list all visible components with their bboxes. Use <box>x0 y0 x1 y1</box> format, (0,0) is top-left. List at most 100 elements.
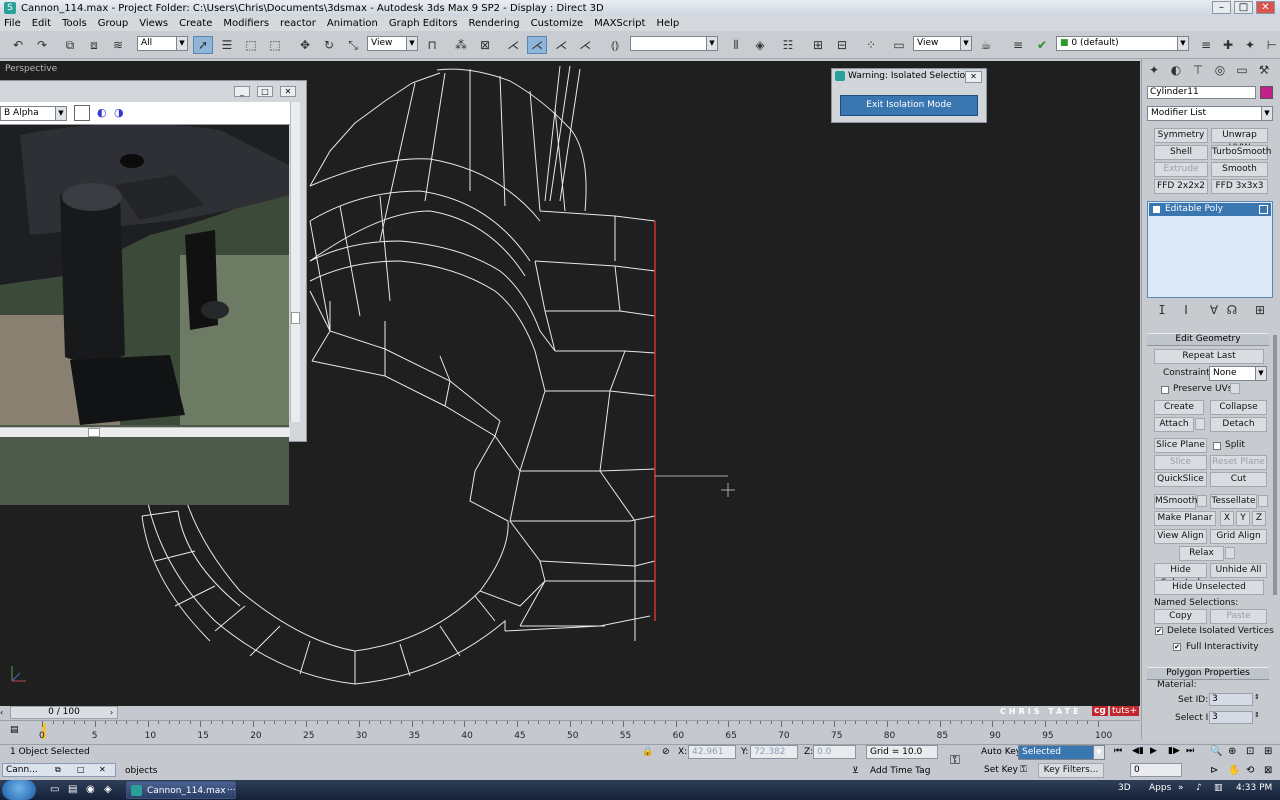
mod-turbosmooth-button[interactable]: TurboSmooth <box>1211 145 1271 160</box>
orbit-icon[interactable]: ⟲ <box>1246 765 1254 776</box>
rotate-icon[interactable]: ↻ <box>319 36 339 54</box>
image-viewer-window[interactable]: _ □ ✕ B Alpha ▼ ◐ ◑ <box>0 80 307 505</box>
menu-edit[interactable]: Edit <box>32 18 51 29</box>
render-view-dropdown[interactable]: View ▼ <box>913 36 972 51</box>
select-object-icon[interactable]: ➚ <box>193 36 213 54</box>
close-icon[interactable]: ✕ <box>280 86 296 97</box>
quickslice-button[interactable]: QuickSlice <box>1154 472 1207 487</box>
hide-selected-button[interactable]: Hide Selected <box>1154 563 1207 588</box>
delete-isolated-checkbox[interactable]: ✔ <box>1155 627 1163 635</box>
menu-maxscript[interactable]: MAXScript <box>594 18 645 29</box>
time-forward-icon[interactable]: › <box>110 706 120 719</box>
auto-key-button[interactable]: Auto Key <box>981 747 1021 757</box>
ref-coord-dropdown[interactable]: View ▼ <box>367 36 418 51</box>
full-interactivity-checkbox[interactable]: ✔ <box>1173 643 1181 651</box>
menu-customize[interactable]: Customize <box>531 18 584 29</box>
slice-plane-button[interactable]: Slice Plane <box>1154 438 1207 453</box>
add-time-tag-button[interactable]: Add Time Tag <box>870 766 930 776</box>
time-slider[interactable]: ‹ 0 / 100 › CHRIS TATE cg tuts+ <box>0 706 1140 720</box>
preserve-uvs-settings-button[interactable] <box>1230 383 1240 394</box>
collapse-button[interactable]: Collapse <box>1210 400 1267 415</box>
channel-toggle-icon[interactable]: ◐ <box>97 106 107 119</box>
keyboard-shortcut-icon[interactable]: ⊠ <box>475 36 495 54</box>
angle-snap-icon[interactable]: ⋌ <box>527 36 547 54</box>
pin-stack-icon[interactable]: ⵊ <box>1152 301 1172 319</box>
tessellate-settings-button[interactable] <box>1258 495 1268 507</box>
hide-unselected-button[interactable]: Hide Unselected <box>1154 580 1264 595</box>
transform-mode-icon[interactable]: ⊘ <box>662 747 670 757</box>
move-icon[interactable]: ✥ <box>295 36 315 54</box>
show-desktop-icon[interactable]: ▭ <box>50 784 59 795</box>
undo-icon[interactable]: ↶ <box>8 36 28 54</box>
mod-smooth-button[interactable]: Smooth <box>1211 162 1268 177</box>
network-icon[interactable]: ▥ <box>1214 783 1223 793</box>
track-bar[interactable]: ▤ 0 5 10 15 20 25 30 35 40 45 50 55 60 65 70 75 80 85 90 95… <box>0 720 1140 744</box>
object-name-field[interactable]: Cylinder11 <box>1147 86 1256 99</box>
minimize-icon[interactable]: _ <box>234 86 250 97</box>
planar-x-button[interactable]: X <box>1220 511 1234 526</box>
add-to-layer-icon[interactable]: ✚ <box>1218 36 1238 54</box>
menu-help[interactable]: Help <box>656 18 679 29</box>
hierarchy-tab-icon[interactable]: ⊤ <box>1188 61 1208 79</box>
volume-icon[interactable]: ♪ <box>1196 783 1202 793</box>
mod-symmetry-button[interactable]: Symmetry <box>1154 128 1208 143</box>
relax-button[interactable]: Relax <box>1179 546 1224 561</box>
key-mode-dropdown[interactable]: Selected ▼ <box>1018 745 1105 760</box>
unhide-all-button[interactable]: Unhide All <box>1210 563 1267 578</box>
attach-settings-button[interactable] <box>1195 418 1205 430</box>
select-manipulate-icon[interactable]: ⁂ <box>451 36 471 54</box>
maximize-icon[interactable]: □ <box>77 765 85 774</box>
zoom-extents-all-icon[interactable]: ⊞ <box>1264 746 1272 757</box>
select-by-name-icon[interactable]: ☰ <box>217 36 237 54</box>
material-editor-icon[interactable]: ⁘ <box>861 36 881 54</box>
field-of-view-icon[interactable]: ⊳ <box>1210 765 1218 776</box>
menu-views[interactable]: Views <box>139 18 168 29</box>
view-align-button[interactable]: View Align <box>1154 529 1207 544</box>
mirror-icon[interactable]: ⫴ <box>726 36 746 54</box>
layer-manager-icon[interactable]: ☷ <box>778 36 798 54</box>
menu-animation[interactable]: Animation <box>327 18 378 29</box>
go-to-end-icon[interactable]: ⏭ <box>1186 746 1194 756</box>
object-color-swatch[interactable] <box>1260 86 1273 99</box>
messenger-icon[interactable]: ◈ <box>104 784 112 795</box>
menu-reactor[interactable]: reactor <box>280 18 316 29</box>
polygon-properties-rollout[interactable]: Polygon Properties <box>1147 667 1269 680</box>
menu-create[interactable]: Create <box>179 18 212 29</box>
zoom-extents-icon[interactable]: ⊡ <box>1246 746 1254 757</box>
language-indicator[interactable]: 3D <box>1118 783 1131 793</box>
planar-y-button[interactable]: Y <box>1236 511 1250 526</box>
time-slider-thumb[interactable]: 0 / 100 <box>10 706 118 719</box>
create-tab-icon[interactable]: ✦ <box>1144 61 1164 79</box>
display-tab-icon[interactable]: ▭ <box>1232 61 1252 79</box>
close-icon[interactable]: ✕ <box>965 71 982 83</box>
select-layer-icon[interactable]: ✦ <box>1240 36 1260 54</box>
zoom-icon[interactable]: 🔍 <box>1210 746 1222 757</box>
maximize-icon[interactable]: □ <box>1234 1 1253 14</box>
menu-tools[interactable]: Tools <box>62 18 87 29</box>
close-icon[interactable]: ✕ <box>1256 1 1275 14</box>
spinner-icon[interactable]: ⇕ <box>1254 693 1260 701</box>
layer-properties-icon[interactable]: ⊢ <box>1262 36 1280 54</box>
browser-icon[interactable]: ◉ <box>86 784 95 795</box>
layer-visibility-icon[interactable]: ✔ <box>1032 36 1052 54</box>
named-selection-dropdown[interactable]: ▼ <box>630 36 718 51</box>
tray-chevron-icon[interactable]: » <box>1178 783 1184 793</box>
stack-item-editable-poly[interactable]: Editable Poly <box>1149 203 1271 216</box>
percent-snap-icon[interactable]: ⋌ <box>551 36 571 54</box>
unlink-icon[interactable]: ⧈ <box>84 36 104 54</box>
redo-icon[interactable]: ↷ <box>32 36 52 54</box>
mod-ffd2-button[interactable]: FFD 2x2x2 <box>1154 179 1208 194</box>
render-setup-icon[interactable]: ▭ <box>889 36 909 54</box>
maximize-icon[interactable]: □ <box>257 86 273 97</box>
mod-ffd3-button[interactable]: FFD 3x3x3 <box>1211 179 1268 194</box>
current-frame-field[interactable]: 0 <box>1130 763 1182 777</box>
spinner-snap-icon[interactable]: ⋌ <box>575 36 595 54</box>
panel-scrollbar[interactable] <box>1273 335 1277 595</box>
reset-plane-button[interactable]: Reset Plane <box>1210 455 1267 470</box>
vertical-scrollbar[interactable] <box>290 102 300 422</box>
color-swatch[interactable] <box>74 105 90 121</box>
relax-settings-button[interactable] <box>1225 547 1235 559</box>
align-icon[interactable]: ◈ <box>750 36 770 54</box>
copy-button[interactable]: Copy <box>1154 609 1207 624</box>
schematic-view-icon[interactable]: ⊟ <box>832 36 852 54</box>
